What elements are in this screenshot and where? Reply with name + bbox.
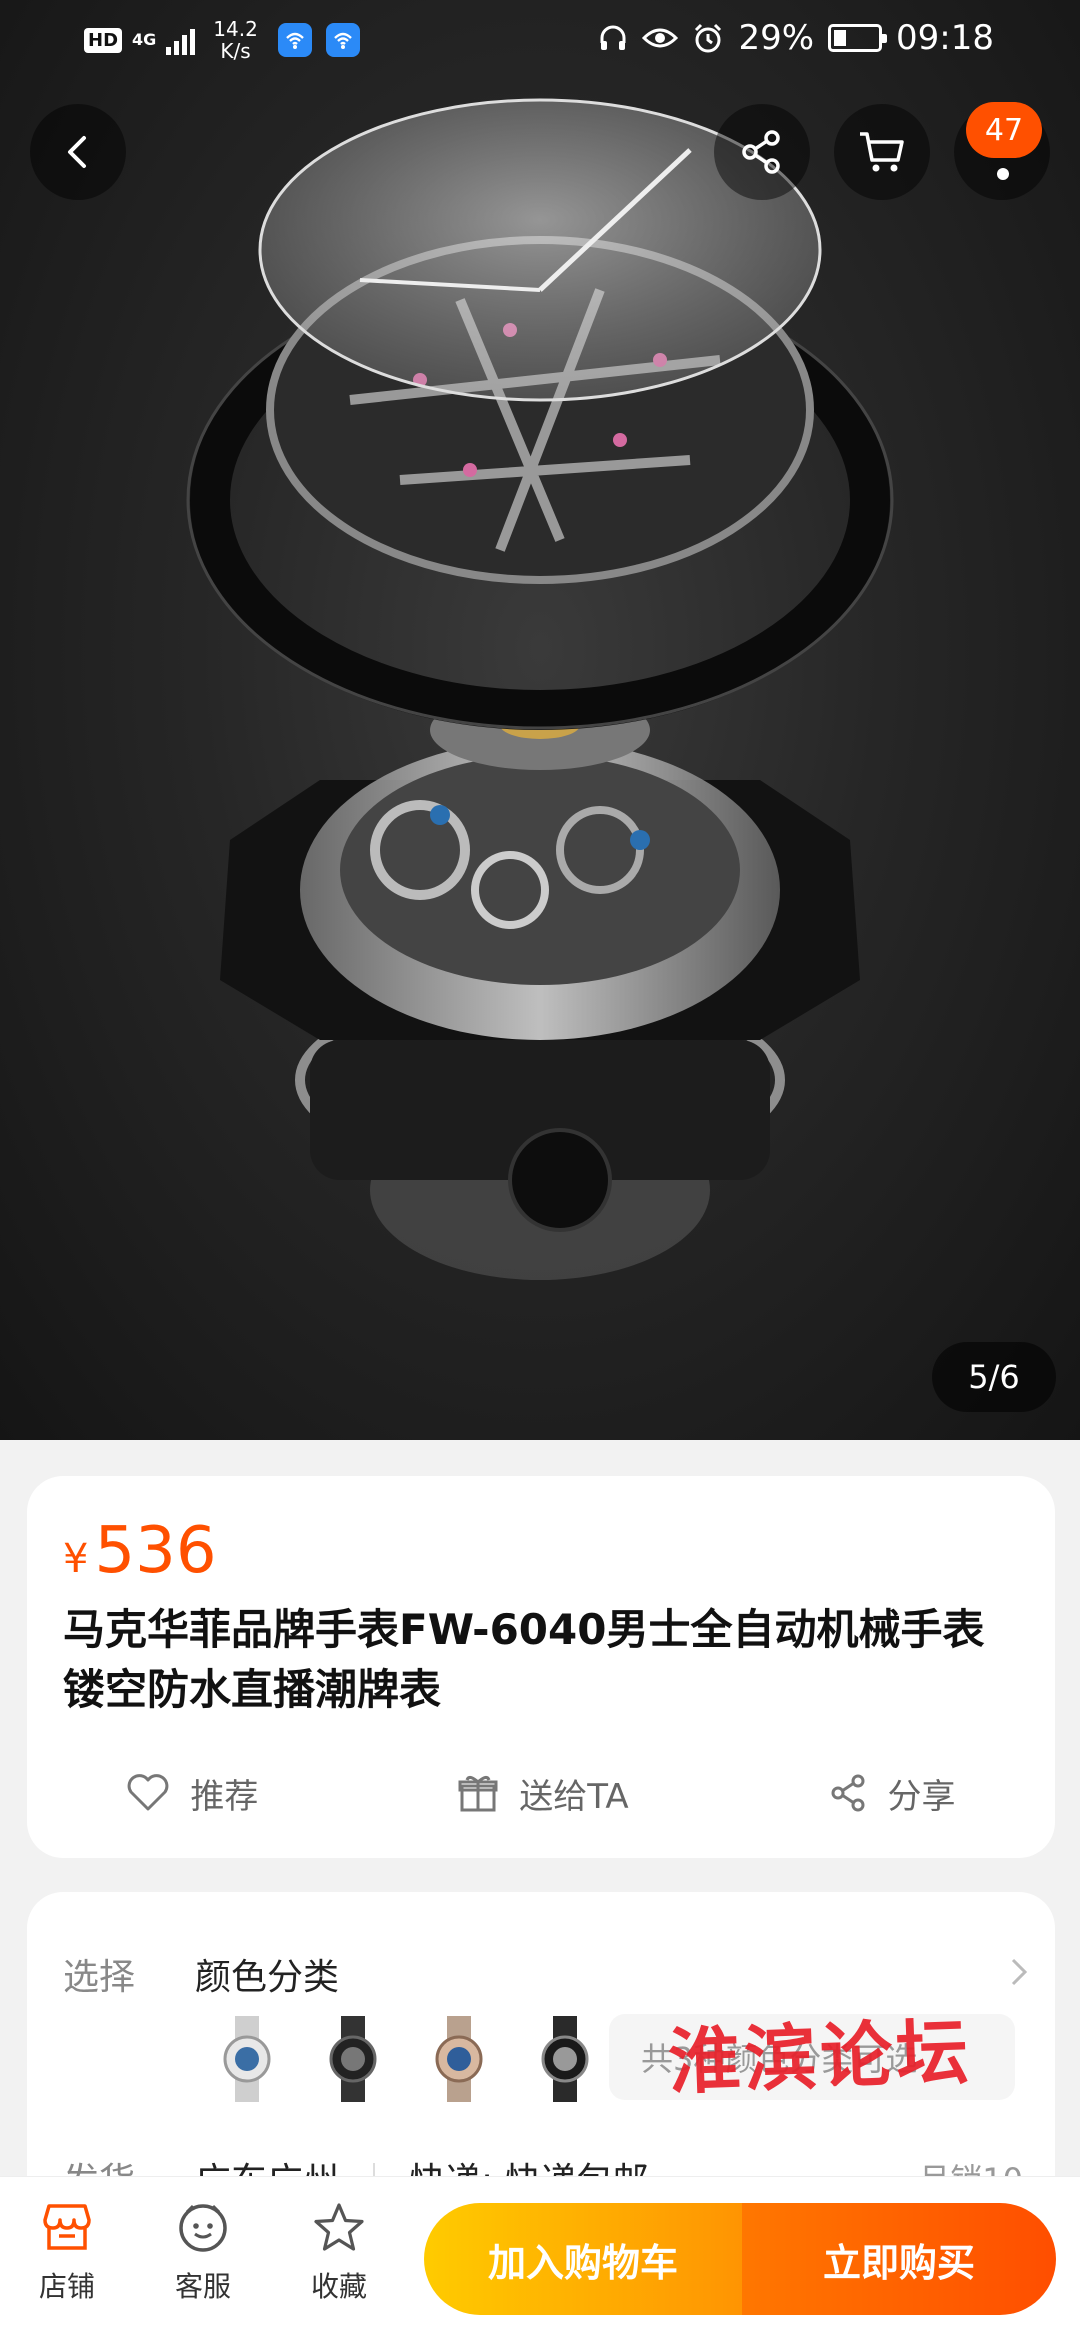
watch-thumb-rose-blue: [435, 2016, 483, 2102]
product-watch-image: [186, 98, 894, 1280]
price-row: ¥ 536: [63, 1514, 217, 1588]
cart-icon: [860, 132, 904, 172]
forum-watermark: 淮滨论坛: [666, 2008, 974, 2105]
service-label: 客服: [174, 2270, 231, 2303]
gift-label: 送给TA: [519, 1776, 629, 1817]
favorite-tab[interactable]: 收藏: [284, 2195, 394, 2305]
alarm-icon: [695, 23, 722, 53]
status-left: HD 4G 14.2 K/s: [84, 18, 360, 62]
currency-symbol: ¥: [63, 1536, 89, 1582]
customer-service-icon: [179, 2204, 227, 2252]
status-right: 29% 09:18: [598, 18, 994, 58]
back-button[interactable]: [30, 104, 126, 200]
share-icon: [742, 130, 780, 174]
share-product-button[interactable]: 分享: [828, 1769, 956, 1818]
signal-icon: [166, 25, 196, 55]
bottom-action-bar: 店铺 客服 收藏 加入购物车 立即购买: [0, 2176, 1080, 2340]
product-title: 马克华菲品牌手表FW-6040男士全自动机械手表镂空防水直播潮牌表: [63, 1605, 985, 1714]
product-actions: 推荐 送给TA 分享: [27, 1758, 1055, 1828]
speed-value: 14.2: [213, 17, 258, 41]
share-label: 分享: [887, 1776, 956, 1817]
store-tab[interactable]: 店铺: [12, 2195, 122, 2305]
hd-badge: HD: [84, 27, 123, 53]
service-tab[interactable]: 客服: [148, 2195, 258, 2305]
cart-button[interactable]: [834, 104, 930, 200]
buy-now-button[interactable]: 立即购买: [742, 2203, 1056, 2315]
heart-icon: [128, 1774, 169, 1811]
image-pager: 5/6: [932, 1342, 1056, 1412]
chevron-right-icon: [1011, 1958, 1028, 1986]
share-button[interactable]: [714, 104, 810, 200]
color-option-thumb[interactable]: [525, 2014, 605, 2104]
status-bar: HD 4G 14.2 K/s 29% 09:18: [0, 0, 1080, 80]
chevron-left-icon: [68, 136, 86, 168]
star-icon: [314, 2203, 364, 2251]
network-speed: 14.2 K/s: [213, 18, 258, 62]
wifi-icon: [325, 23, 360, 57]
network-type: 4G: [132, 30, 157, 49]
gift-icon: [458, 1775, 498, 1812]
speed-unit: K/s: [220, 39, 251, 63]
hotspot-icon: [277, 23, 312, 57]
product-price: 536: [94, 1514, 217, 1588]
color-option-thumb[interactable]: [313, 2014, 393, 2104]
color-option-thumb[interactable]: [419, 2014, 499, 2104]
clock: 09:18: [896, 18, 994, 58]
recommend-button[interactable]: 推荐: [126, 1769, 258, 1818]
recommend-label: 推荐: [190, 1776, 259, 1817]
product-info-card: ¥ 536 马克华菲品牌手表FW-6040男士全自动机械手表镂空防水直播潮牌表 …: [27, 1476, 1055, 1858]
color-thumbnails: [207, 2014, 605, 2104]
eye-icon: [642, 28, 679, 48]
store-icon: [43, 2204, 91, 2250]
watch-thumb-black: [329, 2016, 377, 2102]
headphones-icon: [600, 25, 626, 50]
color-option-thumb[interactable]: [207, 2014, 287, 2104]
watch-thumb-black-steel: [541, 2016, 589, 2102]
more-dot-icon: [997, 168, 1009, 180]
product-image-gallery[interactable]: [0, 0, 1080, 1440]
share-icon: [831, 1774, 865, 1812]
watch-thumb-silver-blue: [223, 2016, 271, 2102]
favorite-label: 收藏: [310, 2270, 367, 2303]
battery-icon: [828, 24, 888, 52]
gift-button[interactable]: 送给TA: [457, 1769, 629, 1818]
select-label: 选择: [63, 1957, 136, 1998]
battery-percent: 29%: [738, 18, 815, 58]
store-label: 店铺: [38, 2270, 95, 2303]
notification-badge: 47: [966, 102, 1042, 158]
add-to-cart-button[interactable]: 加入购物车: [424, 2203, 742, 2315]
select-value: 颜色分类: [195, 1957, 340, 1998]
